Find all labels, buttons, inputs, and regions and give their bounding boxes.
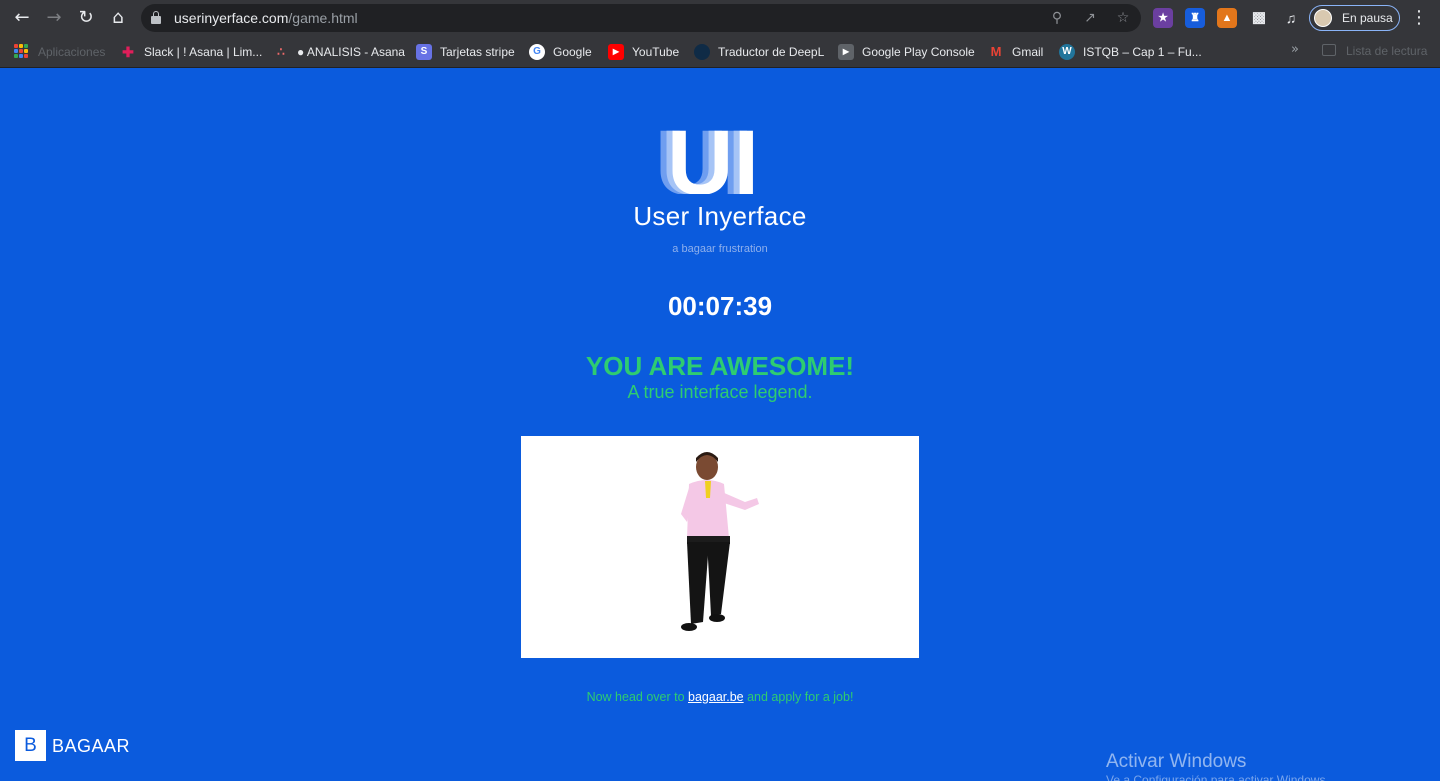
bookmark-label: Google Play Console xyxy=(862,45,975,59)
wizard-extension-icon[interactable]: ★ xyxy=(1153,8,1173,28)
star-bookmark-icon[interactable]: ☆ xyxy=(1113,8,1133,28)
puzzle-extensions-icon[interactable]: ▩ xyxy=(1249,8,1269,28)
more-bookmarks-button[interactable]: » xyxy=(1291,42,1299,57)
bookmark-label: Gmail xyxy=(1012,45,1044,59)
bookmarks-bar: Aplicaciones ✚ Slack | ! Asana | Lim... … xyxy=(0,36,1440,68)
cta-suffix: and apply for a job! xyxy=(743,690,854,704)
zoom-icon[interactable]: ⚲ xyxy=(1047,8,1067,28)
home-icon[interactable]: ⌂ xyxy=(106,6,130,30)
logo-letters: UI xyxy=(667,122,759,194)
ui-logo: UI UI UI xyxy=(657,122,759,194)
metamask-icon[interactable]: ▲ xyxy=(1217,8,1237,28)
bookmark-label: ISTQB – Cap 1 – Fu... xyxy=(1083,45,1202,59)
dancing-man-illustration xyxy=(681,452,759,631)
url-path: /game.html xyxy=(288,10,358,26)
windows-activation-hint: Ve a Configuración para activar Windows. xyxy=(1106,773,1329,781)
bagaar-b-icon: B xyxy=(15,730,46,761)
bookmark-label: YouTube xyxy=(632,45,680,59)
cta-text: Now head over to bagaar.be and apply for… xyxy=(0,690,1440,704)
celebration-dance-image xyxy=(521,436,919,658)
bookmark-label: Tarjetas stripe xyxy=(440,45,515,59)
forward-arrow-icon[interactable]: → xyxy=(42,6,66,30)
bagaar-link[interactable]: bagaar.be xyxy=(688,690,744,704)
reload-icon[interactable]: ↻ xyxy=(74,6,98,30)
bookmark-label: Google xyxy=(553,45,592,59)
asana-icon: ∴ xyxy=(277,45,285,59)
apps-grid-icon xyxy=(14,44,28,58)
back-arrow-icon[interactable]: ← xyxy=(10,6,34,30)
bookmark-label: Traductor de DeepL xyxy=(718,45,825,59)
tagline: a bagaar frustration xyxy=(672,243,768,255)
wordpress-icon: W xyxy=(1059,44,1075,60)
browser-toolbar: ← → ↻ ⌂ userinyerface.com/game.html ⚲ ↗ … xyxy=(0,0,1440,36)
reading-list-label: Lista de lectura xyxy=(1346,44,1428,58)
bookmark-label: Aplicaciones xyxy=(38,45,106,59)
media-queue-icon[interactable]: ♫ xyxy=(1281,8,1301,28)
success-subheadline: A true interface legend. xyxy=(627,382,813,402)
success-headline: YOU ARE AWESOME! xyxy=(585,351,855,381)
avatar xyxy=(1314,9,1332,27)
cta-prefix: Now head over to xyxy=(586,690,689,704)
bitwarden-icon[interactable]: ♜ xyxy=(1185,8,1205,28)
youtube-icon: ▶ xyxy=(608,44,624,60)
windows-activation-watermark: Activar Windows xyxy=(1106,751,1247,772)
reading-list-icon xyxy=(1322,44,1336,56)
reading-list-button[interactable]: Lista de lectura xyxy=(1322,43,1430,59)
profile-status: En pausa xyxy=(1342,11,1393,25)
brand-name: User Inyerface xyxy=(633,201,807,231)
bookmark-label: Slack | ! Asana | Lim... xyxy=(144,45,263,59)
play-console-icon: ▶ xyxy=(838,44,854,60)
gmail-icon: M xyxy=(990,44,1002,59)
google-icon: G xyxy=(529,44,545,60)
address-bar[interactable]: userinyerface.com/game.html ⚲ ↗ ☆ xyxy=(141,4,1141,32)
slack-icon: ✚ xyxy=(122,44,134,60)
bagaar-wordmark: BAGAAR xyxy=(52,736,131,756)
bookmark-label: ● ANALISIS - Asana xyxy=(297,45,405,59)
browser-menu-icon[interactable]: ⋮ xyxy=(1410,6,1428,30)
lock-icon[interactable] xyxy=(151,11,161,24)
url-text: userinyerface.com/game.html xyxy=(174,10,358,26)
game-timer: 00:07:39 xyxy=(667,291,773,321)
deepl-icon xyxy=(694,44,710,60)
share-icon[interactable]: ↗ xyxy=(1080,8,1100,28)
url-host: userinyerface.com xyxy=(174,10,289,26)
stripe-icon: S xyxy=(416,44,432,60)
profile-button[interactable]: En pausa xyxy=(1309,5,1400,31)
